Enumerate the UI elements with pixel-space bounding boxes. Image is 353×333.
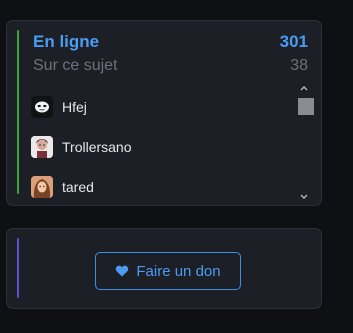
user-name[interactable]: Hfej	[62, 99, 87, 115]
scroll-thumb[interactable]	[298, 98, 314, 115]
donate-accent-bar	[17, 238, 19, 298]
photo-avatar	[31, 136, 53, 158]
topic-count: 38	[290, 57, 308, 74]
scroll-up-icon[interactable]	[297, 83, 311, 93]
online-count: 301	[279, 32, 308, 51]
scroll-down-icon[interactable]	[297, 191, 311, 201]
topic-label: Sur ce sujet	[33, 57, 118, 74]
donate-panel: Faire un don	[6, 228, 322, 309]
user-name[interactable]: tared	[62, 179, 94, 195]
online-title[interactable]: En ligne	[33, 32, 99, 52]
user-name[interactable]: Trollersano	[62, 139, 132, 155]
topic-row: Sur ce sujet 38	[33, 57, 308, 75]
donate-button[interactable]: Faire un don	[95, 252, 241, 290]
mask-avatar	[31, 96, 53, 118]
photo-avatar	[31, 176, 53, 198]
online-users-panel: En ligne 301 Sur ce sujet 38 Hfej Trolle…	[6, 20, 322, 206]
online-title-row: En ligne 301	[33, 32, 308, 52]
user-list-scrollbar[interactable]	[297, 83, 314, 201]
online-accent-bar	[17, 30, 19, 194]
user-item-trollersano[interactable]: Trollersano	[29, 127, 299, 167]
user-item-hfej[interactable]: Hfej	[29, 87, 299, 127]
user-item-tared[interactable]: tared	[29, 167, 299, 201]
online-user-list: Hfej Trollersano tared	[29, 87, 299, 201]
donate-label: Faire un don	[136, 262, 221, 280]
heart-icon	[116, 265, 129, 277]
